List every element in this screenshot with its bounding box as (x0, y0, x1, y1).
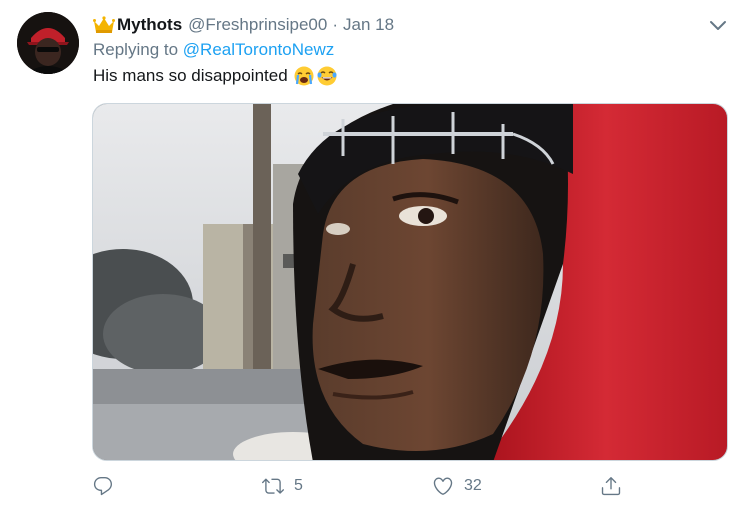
chevron-down-icon[interactable] (706, 14, 730, 36)
tweet: Mythots @Freshprinsipe00 · Jan 18 Replyi… (0, 0, 756, 506)
display-name[interactable]: Mythots (117, 15, 182, 35)
tweet-header: Mythots @Freshprinsipe00 · Jan 18 (93, 14, 394, 36)
replying-to: Replying to @RealTorontoNewz (93, 40, 334, 60)
crown-icon (93, 16, 115, 34)
tweet-text: His mans so disappointed (93, 66, 337, 86)
retweet-count: 5 (294, 477, 303, 494)
tweet-media-video[interactable] (92, 103, 728, 461)
share-icon (601, 477, 621, 496)
like-count: 32 (464, 477, 482, 494)
retweet-icon (262, 478, 284, 494)
tweet-body: His mans so disappointed (93, 66, 288, 85)
avatar[interactable] (17, 12, 79, 74)
face-with-tears-of-joy-icon (317, 66, 337, 86)
like-button[interactable]: 32 (432, 470, 482, 502)
loudly-crying-face-icon (294, 66, 314, 86)
tweet-actions: 5 32 (0, 470, 756, 502)
user-handle[interactable]: @Freshprinsipe00 (188, 15, 327, 35)
like-icon (433, 477, 453, 495)
replying-mention-link[interactable]: @RealTorontoNewz (183, 40, 334, 59)
reply-icon (93, 477, 113, 496)
retweet-button[interactable]: 5 (262, 470, 303, 502)
reply-button[interactable] (92, 470, 124, 502)
timestamp[interactable]: Jan 18 (343, 15, 394, 35)
replying-prefix: Replying to (93, 40, 179, 59)
separator-dot: · (332, 15, 338, 34)
share-button[interactable] (600, 470, 622, 502)
